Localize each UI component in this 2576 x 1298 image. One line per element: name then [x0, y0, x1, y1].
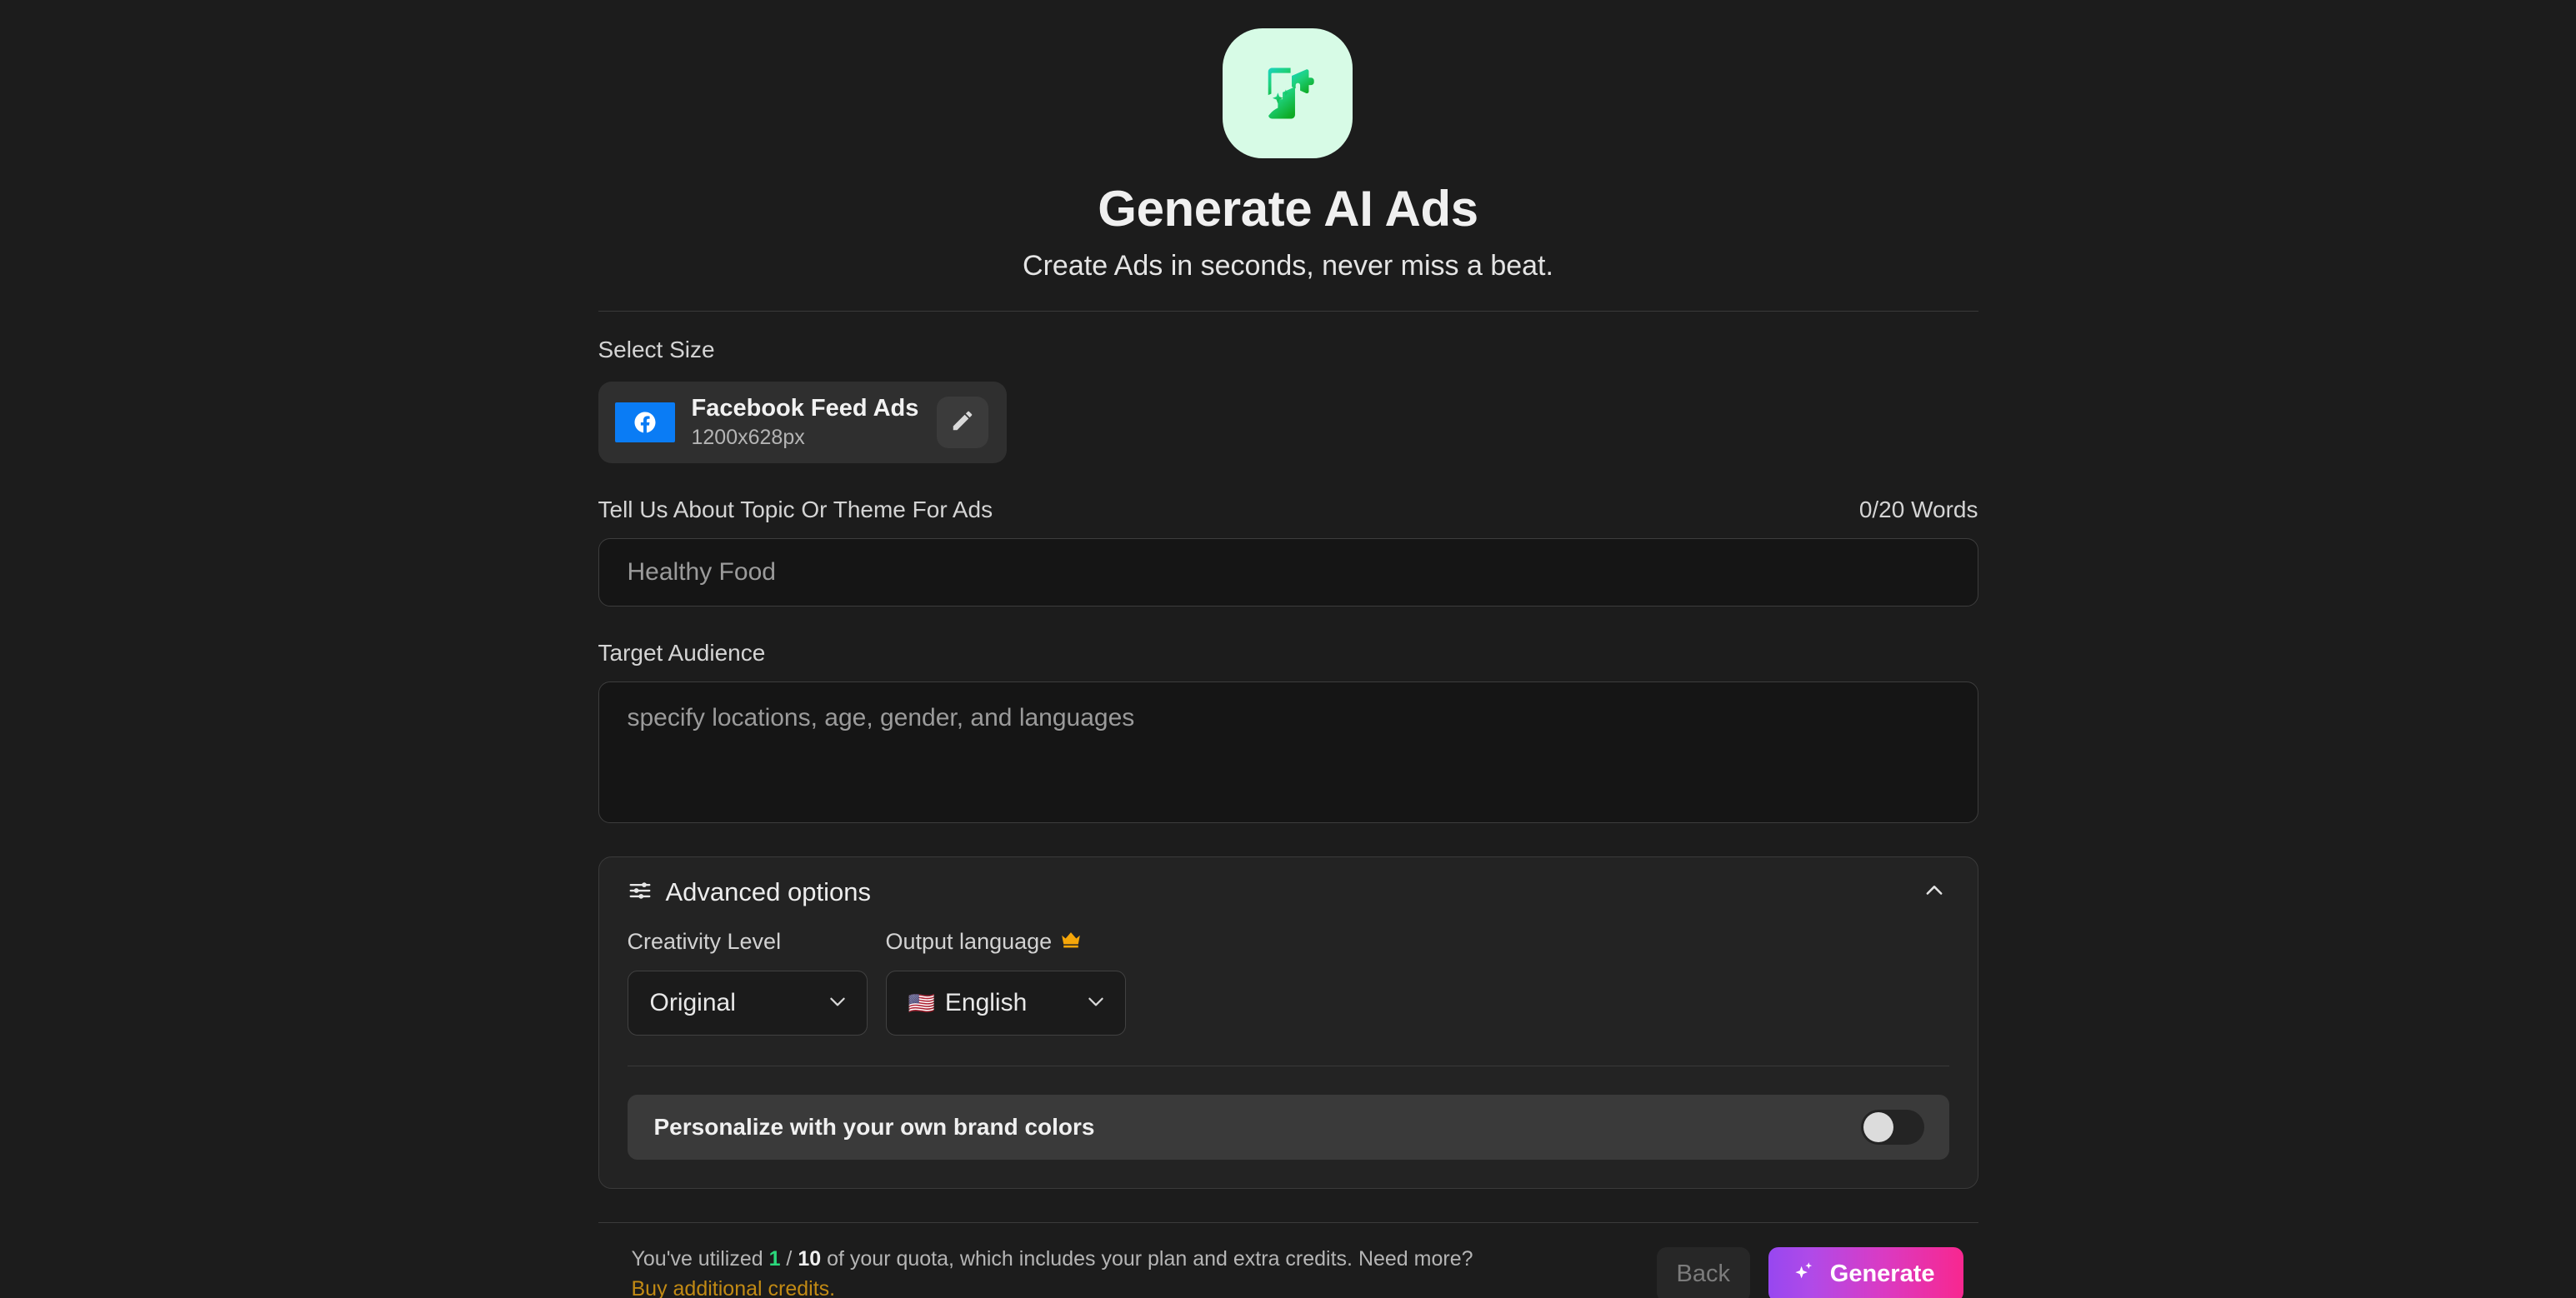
- ad-form: Select Size Facebook Feed Ads 1200x628px: [598, 311, 1978, 1298]
- quota-text: You've utilized 1 / 10 of your quota, wh…: [632, 1245, 1473, 1298]
- size-card-facebook[interactable]: Facebook Feed Ads 1200x628px: [598, 382, 1007, 463]
- hero-section: Generate AI Ads Create Ads in seconds, n…: [1023, 28, 1553, 282]
- creativity-level-select[interactable]: Original: [627, 971, 868, 1036]
- output-language-select[interactable]: 🇺🇸 English: [885, 971, 1126, 1036]
- topic-input[interactable]: Healthy Food: [598, 538, 1978, 607]
- output-language-field: Output language 🇺🇸 English: [885, 927, 1126, 1036]
- chevron-down-icon: [827, 991, 848, 1016]
- size-card-dimensions: 1200x628px: [691, 426, 805, 449]
- creativity-level-label: Creativity Level: [627, 928, 782, 954]
- back-button[interactable]: Back: [1656, 1246, 1750, 1298]
- footer: You've utilized 1 / 10 of your quota, wh…: [598, 1245, 1978, 1298]
- advanced-options-grid: Creativity Level Original Output languag…: [627, 927, 1949, 1036]
- select-size-label: Select Size: [598, 337, 715, 362]
- app-logo-badge: [1223, 28, 1353, 158]
- creativity-level-field: Creativity Level Original: [627, 927, 868, 1036]
- crown-icon: [1060, 929, 1082, 955]
- advanced-options-title: Advanced options: [665, 877, 871, 906]
- topic-word-counter: 0/20 Words: [1858, 497, 1978, 522]
- toggle-knob: [1863, 1112, 1893, 1142]
- generate-button[interactable]: Generate: [1768, 1246, 1963, 1298]
- audience-section: Target Audience specify locations, age, …: [598, 640, 1978, 823]
- page-title: Generate AI Ads: [1098, 181, 1478, 237]
- buy-credits-link[interactable]: Buy additional credits.: [632, 1275, 1473, 1298]
- sliders-icon: [628, 878, 653, 907]
- quota-suffix: of your quota, which includes your plan …: [821, 1247, 1473, 1271]
- output-language-value: 🇺🇸 English: [908, 989, 1077, 1017]
- quota-total: 10: [798, 1247, 822, 1271]
- select-size-section: Select Size Facebook Feed Ads 1200x628px: [598, 337, 1978, 463]
- output-language-value-text: English: [944, 989, 1028, 1016]
- facebook-icon: [614, 402, 675, 442]
- chevron-down-icon: [1085, 991, 1107, 1016]
- chevron-up-icon[interactable]: [1923, 879, 1946, 906]
- topic-label-row: Tell Us About Topic Or Theme For Ads 0/2…: [598, 497, 1978, 523]
- brand-colors-row[interactable]: Personalize with your own brand colors: [627, 1095, 1949, 1160]
- ad-generator-page: Generate AI Ads Create Ads in seconds, n…: [0, 0, 2576, 1298]
- generate-button-label: Generate: [1829, 1261, 1935, 1287]
- brand-colors-toggle[interactable]: [1860, 1110, 1924, 1145]
- topic-label: Tell Us About Topic Or Theme For Ads: [598, 497, 993, 522]
- advanced-options-header[interactable]: Advanced options: [599, 857, 1978, 927]
- footer-divider: [598, 1222, 1978, 1223]
- quota-used: 1: [768, 1247, 781, 1271]
- creativity-level-value: Original: [649, 989, 736, 1016]
- audience-textarea[interactable]: specify locations, age, gender, and lang…: [598, 681, 1978, 823]
- page-subtitle: Create Ads in seconds, never miss a beat…: [1023, 250, 1553, 282]
- output-language-label: Output language: [886, 927, 1126, 956]
- quota-prefix: You've utilized: [631, 1247, 769, 1271]
- output-language-label-text: Output language: [885, 928, 1053, 954]
- pencil-icon: [950, 408, 975, 437]
- megaphone-phone-sparkle-icon: [1252, 57, 1323, 129]
- advanced-options-body: Creativity Level Original Output languag…: [599, 927, 1978, 1160]
- audience-label: Target Audience: [598, 640, 766, 666]
- topic-section: Tell Us About Topic Or Theme For Ads 0/2…: [598, 497, 1978, 607]
- size-card-texts: Facebook Feed Ads 1200x628px: [692, 395, 920, 450]
- us-flag-icon: 🇺🇸: [908, 991, 935, 1016]
- quota-separator: /: [780, 1247, 798, 1271]
- footer-actions: Back Generate: [1656, 1246, 1963, 1298]
- size-card-name: Facebook Feed Ads: [691, 395, 919, 422]
- brand-colors-label: Personalize with your own brand colors: [653, 1114, 1095, 1140]
- advanced-options-panel: Advanced options Creativity Level Origin…: [598, 856, 1978, 1189]
- edit-size-button[interactable]: [936, 397, 988, 448]
- sparkles-icon: [1792, 1259, 1817, 1291]
- top-divider: [598, 311, 1978, 312]
